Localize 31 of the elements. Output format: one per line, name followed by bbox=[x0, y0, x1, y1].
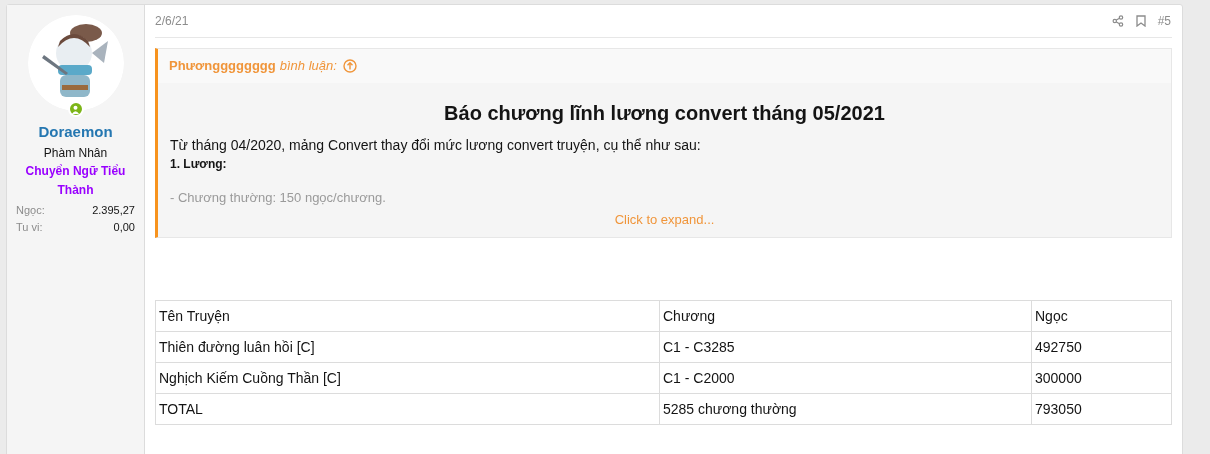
quote-text: Từ tháng 04/2020, mảng Convert thay đổi mức lương convert truyện, cụ thể như sau: bbox=[170, 136, 702, 155]
table-header-cell: Ngọc bbox=[1031, 300, 1172, 332]
table-cell: 300000 bbox=[1031, 362, 1172, 394]
bookmark-icon[interactable] bbox=[1135, 15, 1146, 27]
post-date[interactable]: 2/6/21 bbox=[155, 12, 189, 30]
quote-faded-text: - Chương thường: 150 ngọc/chương. bbox=[170, 189, 387, 207]
user-title: Chuyển Ngữ Tiểu Thành bbox=[24, 163, 127, 199]
table-cell: 492750 bbox=[1031, 331, 1172, 363]
table-cell: TOTAL bbox=[155, 393, 660, 425]
table-header-cell: Chương bbox=[659, 300, 1032, 332]
table-cell: Nghịch Kiếm Cuồng Thần [C] bbox=[155, 362, 660, 394]
stat-label: Ngọc: bbox=[16, 203, 45, 218]
quote-title: Báo chương lĩnh lương convert tháng 05/2021 bbox=[443, 101, 886, 125]
username-link[interactable]: Doraemon bbox=[38, 123, 113, 141]
table-cell: C1 - C3285 bbox=[659, 331, 1032, 363]
jump-up-icon[interactable] bbox=[342, 59, 357, 73]
quote-author[interactable]: Phươngggggggg bbox=[169, 56, 276, 76]
table-cell: Thiên đường luân hồi [C] bbox=[155, 331, 660, 363]
table-cell: 5285 chương thường bbox=[659, 393, 1032, 425]
expand-link[interactable]: Click to expand... bbox=[614, 212, 715, 227]
stat-label: Tu vi: bbox=[16, 220, 43, 235]
quote-heading: 1. Lương: bbox=[170, 156, 228, 173]
table-header-cell: Tên Truyện bbox=[155, 300, 660, 332]
post-number[interactable]: #5 bbox=[1157, 12, 1171, 30]
table-cell: C1 - C2000 bbox=[659, 362, 1032, 394]
stat-value: 2.395,27 bbox=[92, 203, 135, 218]
stat-value: 0,00 bbox=[113, 220, 135, 235]
quote-verb: bình luận: bbox=[279, 57, 337, 76]
table-cell: 793050 bbox=[1031, 393, 1172, 425]
share-icon[interactable] bbox=[1111, 15, 1124, 27]
user-rank: Phàm Nhân bbox=[43, 145, 108, 162]
